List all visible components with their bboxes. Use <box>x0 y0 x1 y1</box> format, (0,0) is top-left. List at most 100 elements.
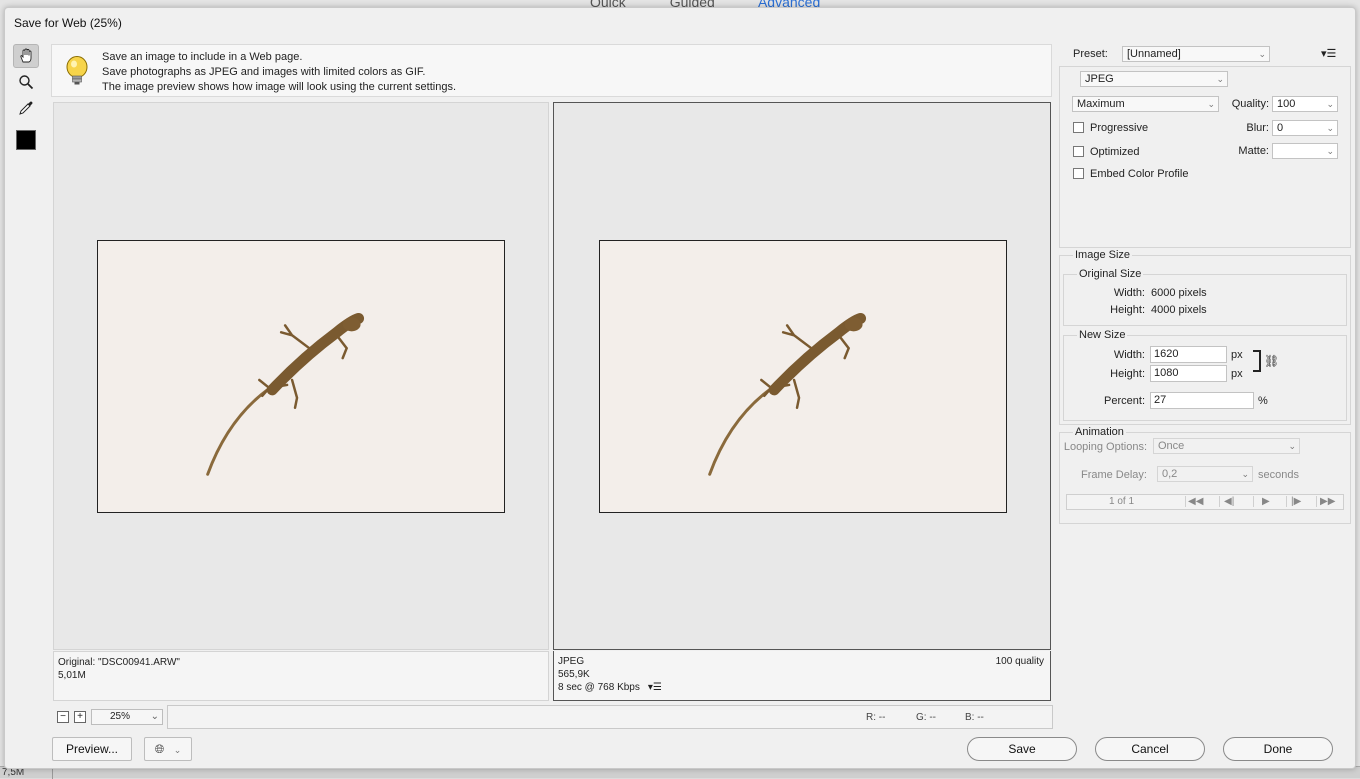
eyedropper-tool-button[interactable] <box>13 96 39 120</box>
play-button[interactable]: ▶ <box>1253 496 1270 507</box>
embed-color-profile-checkbox[interactable] <box>1073 168 1084 179</box>
original-size-title: Original Size <box>1077 268 1144 280</box>
zoom-out-button[interactable]: − <box>57 711 69 723</box>
chevron-down-icon: ⌄ <box>1288 441 1296 451</box>
zoom-level-select[interactable]: 25% ⌄ <box>91 709 163 725</box>
cancel-button[interactable]: Cancel <box>1095 737 1205 761</box>
progressive-checkbox[interactable] <box>1073 122 1084 133</box>
quality-label: Quality: <box>1231 98 1269 110</box>
info-text: Save an image to include in a Web page. … <box>102 50 456 95</box>
blur-label: Blur: <box>1246 122 1269 134</box>
download-speed-menu-icon[interactable]: ▾☰ <box>648 681 662 694</box>
lizard-image <box>206 312 365 476</box>
settings-menu-icon[interactable]: ▾☰ <box>1321 47 1336 60</box>
frame-delay-value: 0,2 <box>1162 468 1178 480</box>
new-size-title: New Size <box>1077 329 1128 341</box>
quality-input[interactable]: 100 ⌄ <box>1272 96 1338 112</box>
chevron-down-icon: ⌄ <box>1326 146 1334 156</box>
original-preview-pane[interactable] <box>53 102 549 650</box>
frame-delay-unit: seconds <box>1258 469 1299 481</box>
download-time: 8 sec @ 768 Kbps <box>558 682 640 693</box>
zoom-in-button[interactable]: + <box>74 711 86 723</box>
toolbox <box>13 44 41 150</box>
color-readout: R: -- G: -- B: -- <box>167 705 1053 729</box>
done-button[interactable]: Done <box>1223 737 1333 761</box>
percent-input[interactable]: 27 <box>1150 392 1254 409</box>
chevron-down-icon: ⌄ <box>1216 74 1224 84</box>
readout-g: G: -- <box>916 712 936 723</box>
looping-options-select[interactable]: Once ⌄ <box>1153 438 1300 454</box>
frame-counter: 1 of 1 <box>1109 496 1135 507</box>
chevron-down-icon: ⌄ <box>1326 123 1334 133</box>
last-frame-button[interactable]: ▶▶ <box>1316 496 1335 507</box>
progressive-label: Progressive <box>1090 122 1149 134</box>
save-for-web-dialog: Save for Web (25%) Save an image to incl… <box>4 7 1356 769</box>
chevron-down-icon: ⌄ <box>1258 49 1266 59</box>
new-width-unit: px <box>1231 349 1243 361</box>
optimized-label: Optimized <box>1090 146 1140 158</box>
optimized-size: 565,9K <box>558 669 590 680</box>
original-size: 5,01M <box>58 670 86 681</box>
info-line-1: Save an image to include in a Web page. <box>102 51 303 63</box>
optimized-preview-pane[interactable] <box>553 102 1051 650</box>
matte-select[interactable]: ⌄ <box>1272 143 1338 159</box>
new-width-input[interactable]: 1620 <box>1150 346 1227 363</box>
info-line-2: Save photographs as JPEG and images with… <box>102 66 426 78</box>
next-frame-button[interactable]: |▶ <box>1286 496 1301 507</box>
original-info: Original: "DSC00941.ARW" 5,01M <box>53 651 549 701</box>
preset-select[interactable]: [Unnamed] ⌄ <box>1122 46 1270 62</box>
matte-label: Matte: <box>1238 145 1269 157</box>
new-height-input[interactable]: 1080 <box>1150 365 1227 382</box>
readout-r: R: -- <box>866 712 886 723</box>
dialog-title: Save for Web (25%) <box>14 16 122 30</box>
preview-button[interactable]: Preview... <box>52 737 132 761</box>
format-value: JPEG <box>1085 73 1114 85</box>
first-frame-button[interactable]: ◀◀ <box>1185 496 1203 507</box>
original-filename: Original: "DSC00941.ARW" <box>58 657 180 668</box>
original-size-box <box>1063 274 1347 326</box>
save-button[interactable]: Save <box>967 737 1077 761</box>
image-size-title: Image Size <box>1073 249 1133 261</box>
eyedropper-icon <box>19 101 33 115</box>
format-select[interactable]: JPEG ⌄ <box>1080 71 1228 87</box>
previous-frame-button[interactable]: ◀| <box>1219 496 1234 507</box>
constrain-proportions-link-icon[interactable]: ⛓︎ <box>1264 354 1279 368</box>
new-width-label: Width: <box>1113 349 1145 361</box>
constrain-bracket <box>1253 350 1261 372</box>
percent-unit: % <box>1258 395 1268 407</box>
zoom-level-value: 25% <box>110 711 131 722</box>
looping-options-label: Looping Options: <box>1063 441 1147 453</box>
chevron-down-icon: ⌄ <box>173 745 182 755</box>
frame-delay-label: Frame Delay: <box>1080 469 1147 481</box>
bottom-bar: − + 25% ⌄ R: -- G: -- B: -- <box>53 705 1053 729</box>
original-height-label: Height: <box>1110 304 1145 316</box>
zoom-tool-button[interactable] <box>13 70 39 94</box>
quality-preset-value: Maximum <box>1077 98 1125 110</box>
chevron-down-icon: ⌄ <box>1326 99 1334 109</box>
zoom-icon <box>19 75 34 90</box>
hand-tool-button[interactable] <box>13 44 39 68</box>
new-height-unit: px <box>1231 368 1243 380</box>
frame-delay-select[interactable]: 0,2 ⌄ <box>1157 466 1253 482</box>
original-width-value: 6000 pixels <box>1151 287 1207 299</box>
chevron-down-icon: ⌄ <box>1207 99 1215 109</box>
browser-preview-button[interactable]: 🌐︎ ⌄ <box>144 737 192 761</box>
optimized-image[interactable] <box>599 240 1007 513</box>
lightbulb-icon <box>66 56 88 85</box>
optimized-checkbox[interactable] <box>1073 146 1084 157</box>
blur-input[interactable]: 0 ⌄ <box>1272 120 1338 136</box>
chevron-down-icon: ⌄ <box>1241 469 1249 479</box>
eyedropper-color-swatch[interactable] <box>16 130 36 150</box>
optimized-quality: 100 quality <box>995 656 1044 667</box>
preset-label: Preset: <box>1073 48 1108 60</box>
info-bar: Save an image to include in a Web page. … <box>51 44 1052 97</box>
quality-preset-select[interactable]: Maximum ⌄ <box>1072 96 1219 112</box>
original-image[interactable] <box>97 240 505 513</box>
preset-value: [Unnamed] <box>1127 48 1181 60</box>
quality-value: 100 <box>1277 98 1296 110</box>
animation-controls: 1 of 1 ◀◀ ◀| ▶ |▶ ▶▶ <box>1066 494 1344 510</box>
looping-options-value: Once <box>1158 440 1185 452</box>
new-height-label: Height: <box>1110 368 1145 380</box>
lizard-image <box>708 312 867 476</box>
original-width-label: Width: <box>1113 287 1145 299</box>
